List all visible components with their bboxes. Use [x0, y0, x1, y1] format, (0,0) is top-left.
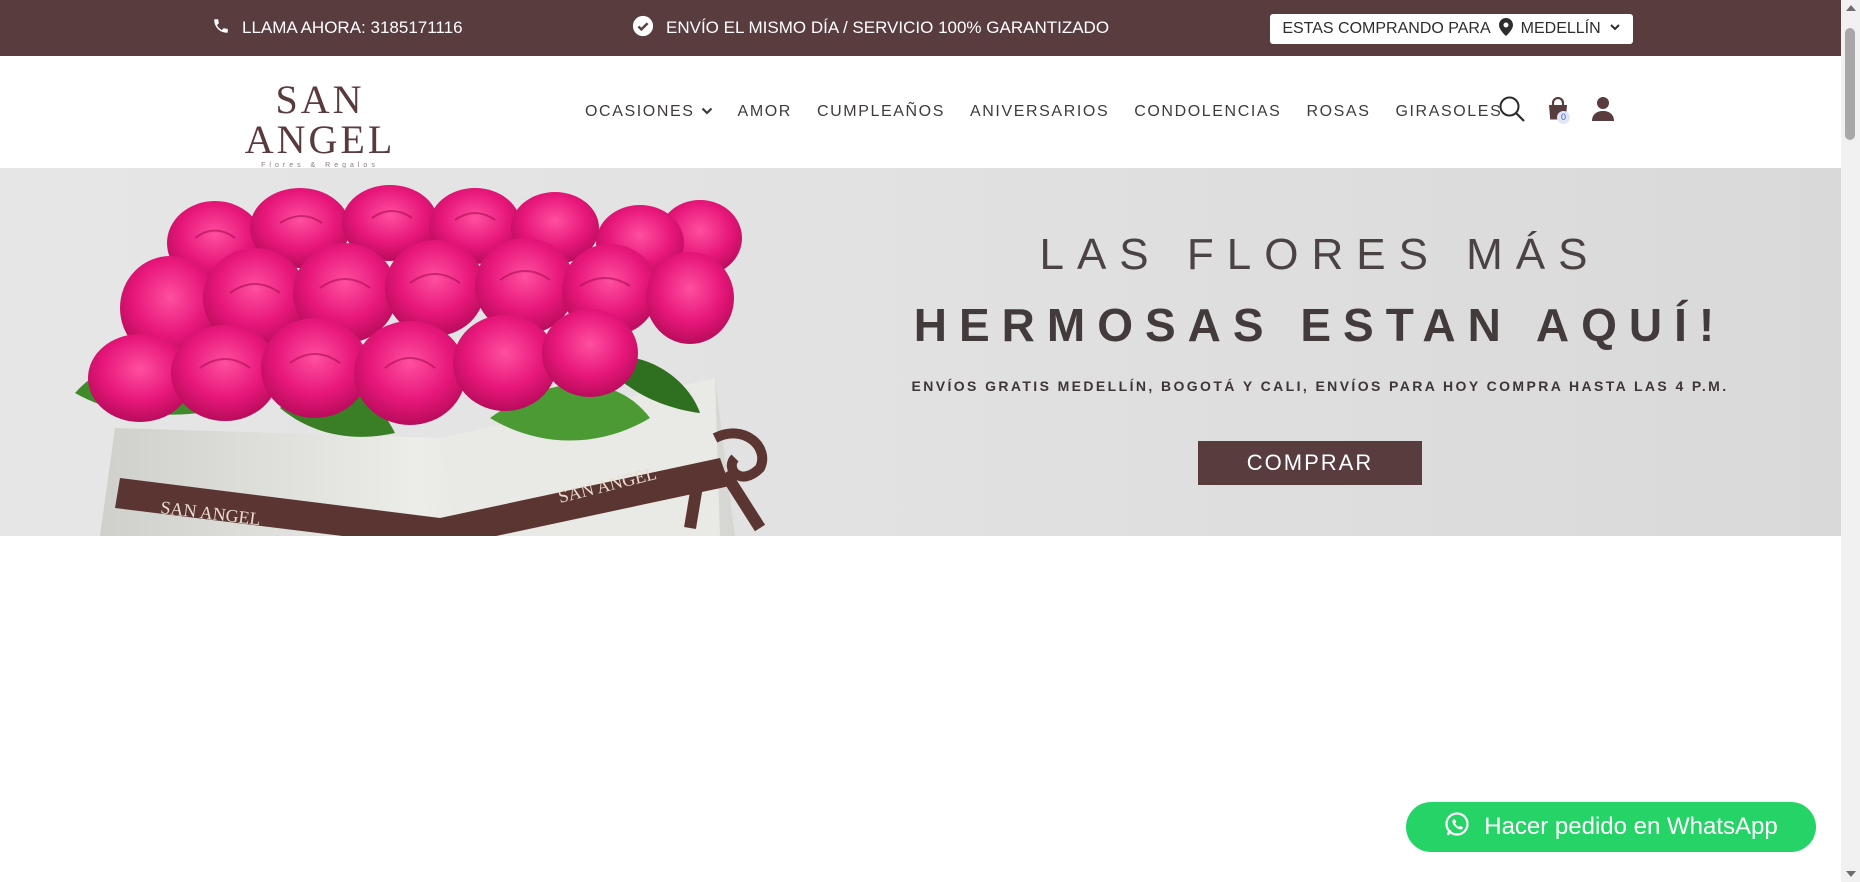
hero-headline-line1: LAS FLORES MÁS — [1039, 230, 1601, 279]
nav-item-condolencias[interactable]: CONDOLENCIAS — [1134, 103, 1281, 121]
hero-subtext: ENVÍOS GRATIS MEDELLÍN, BOGOTÁ Y CALI, E… — [911, 378, 1729, 394]
nav-item-label: OCASIONES — [585, 103, 695, 120]
map-pin-icon — [1498, 17, 1513, 41]
nav-item-girasoles[interactable]: GIRASOLES — [1395, 103, 1502, 121]
nav-item-ocasiones[interactable]: OCASIONES — [585, 103, 713, 121]
phone-icon — [212, 17, 230, 40]
city-selector[interactable]: ESTAS COMPRANDO PARA MEDELLÍN — [1270, 14, 1633, 44]
hero-headline-line2: HERMOSAS ESTAN AQUÍ! — [913, 299, 1727, 351]
scroll-down-icon[interactable] — [1846, 871, 1856, 877]
nav-item-aniversarios[interactable]: ANIVERSARIOS — [970, 103, 1109, 121]
nav-item-cumpleanos[interactable]: CUMPLEAÑOS — [817, 103, 945, 121]
scrollbar-thumb[interactable] — [1845, 28, 1855, 140]
chevron-down-icon — [1609, 20, 1621, 38]
whatsapp-label: Hacer pedido en WhatsApp — [1484, 813, 1778, 840]
comprar-button[interactable]: COMPRAR — [1198, 441, 1422, 485]
site-header: SAN ANGEL Flores & Regalos OCASIONES AMO… — [0, 56, 1841, 170]
shopping-bag-icon[interactable]: 0 — [1543, 94, 1573, 124]
user-icon[interactable] — [1588, 94, 1618, 124]
phone-info[interactable]: LLAMA AHORA: 3185171116 — [212, 0, 463, 56]
main-nav: OCASIONES AMOR CUMPLEAÑOS ANIVERSARIOS C… — [585, 56, 1502, 168]
shipping-text: ENVÍO EL MISMO DÍA / SERVICIO 100% GARAN… — [666, 18, 1110, 37]
logo[interactable]: SAN ANGEL Flores & Regalos — [212, 80, 428, 170]
cart-count-badge: 0 — [1557, 111, 1570, 124]
scroll-up-icon[interactable] — [1846, 5, 1856, 11]
search-icon[interactable] — [1497, 94, 1527, 124]
hero-banner[interactable]: SAN ANGEL SAN ANGEL LAS FLORES MÁS HERMO… — [0, 168, 1841, 536]
logo-name: SAN ANGEL — [244, 77, 396, 162]
chevron-down-icon — [701, 103, 713, 121]
nav-item-rosas[interactable]: ROSAS — [1306, 103, 1370, 121]
phone-text: LLAMA AHORA: 3185171116 — [242, 18, 463, 37]
whatsapp-icon — [1444, 811, 1470, 844]
city-prefix: ESTAS COMPRANDO PARA — [1282, 20, 1491, 37]
whatsapp-order-button[interactable]: Hacer pedido en WhatsApp — [1406, 802, 1816, 852]
rose-box-image: SAN ANGEL SAN ANGEL — [75, 185, 768, 536]
city-name: MEDELLÍN — [1520, 20, 1601, 37]
shipping-info: ENVÍO EL MISMO DÍA / SERVICIO 100% GARAN… — [632, 0, 1109, 56]
check-circle-icon — [632, 15, 654, 42]
nav-item-amor[interactable]: AMOR — [738, 103, 792, 121]
page-scrollbar[interactable] — [1841, 0, 1860, 882]
announcement-bar: LLAMA AHORA: 3185171116 ENVÍO EL MISMO D… — [0, 0, 1841, 56]
